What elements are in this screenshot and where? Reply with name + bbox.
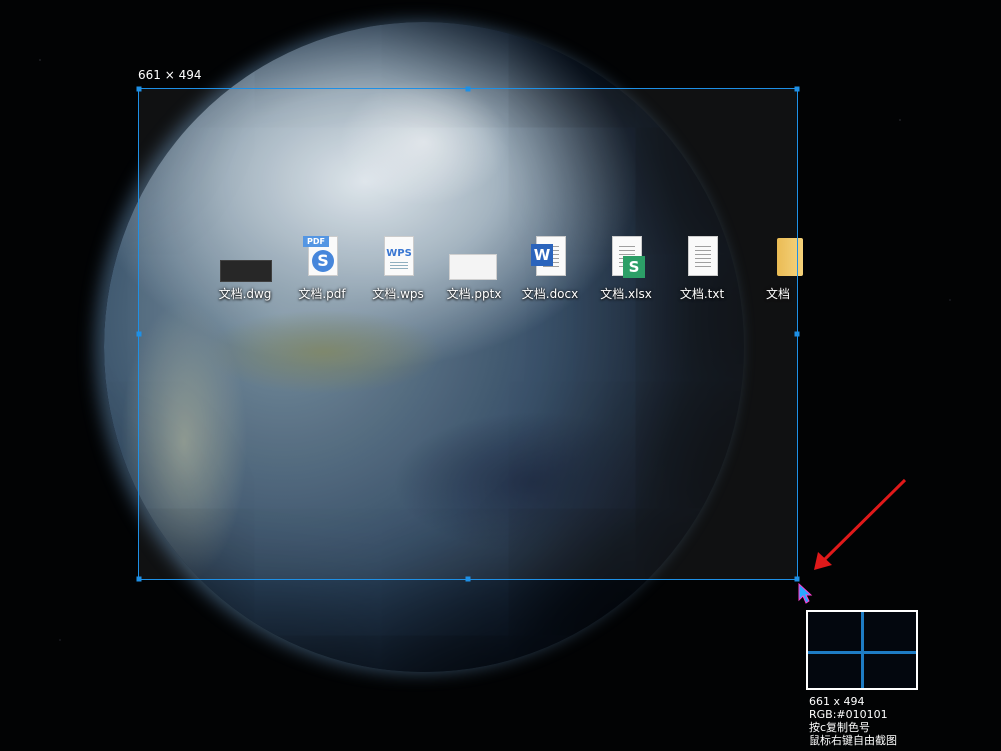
annotation-arrow-line <box>820 478 907 564</box>
capture-info-panel: 661 x 494 RGB:#010101 按c复制色号 鼠标右键自由截图 <box>809 695 897 747</box>
magnifier-crosshair-vertical <box>861 612 864 688</box>
info-hint-right-click: 鼠标右键自由截图 <box>809 734 897 747</box>
info-rgb: RGB:#010101 <box>809 708 888 721</box>
color-picker-magnifier <box>806 610 918 690</box>
info-size: 661 x 494 <box>809 695 865 708</box>
info-hint-copy: 按c复制色号 <box>809 721 871 734</box>
cursor-icon <box>798 582 813 604</box>
